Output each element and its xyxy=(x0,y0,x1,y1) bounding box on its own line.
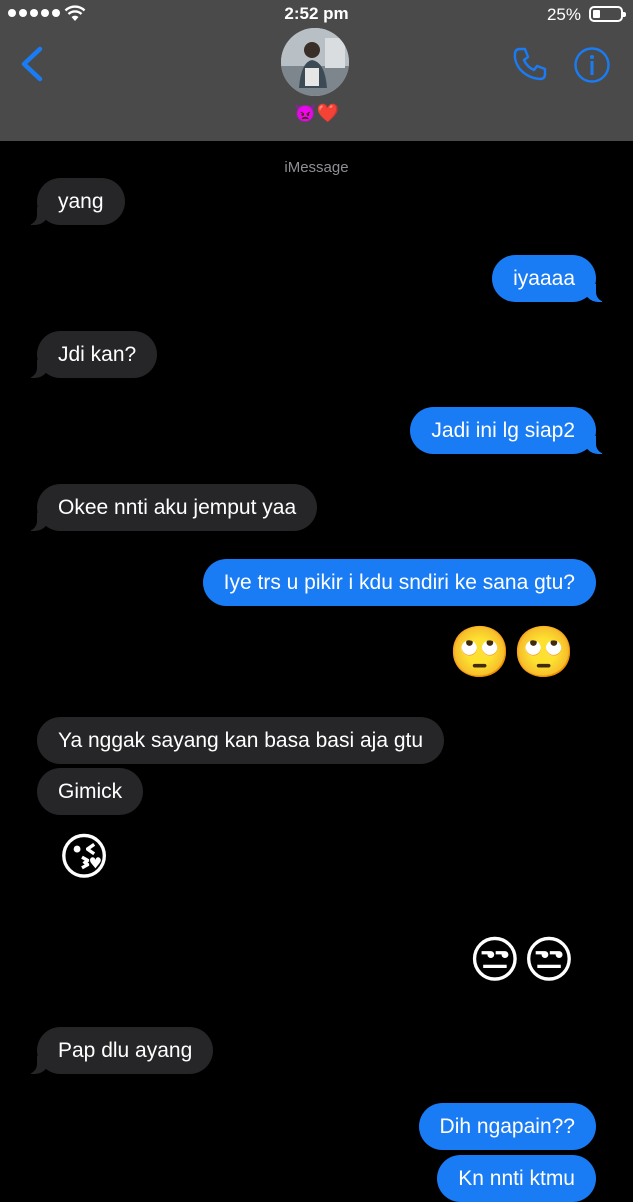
back-chevron-icon[interactable] xyxy=(18,46,46,82)
outgoing-message[interactable]: Kn nnti ktmu xyxy=(437,1155,596,1202)
contact-avatar[interactable] xyxy=(281,28,349,96)
contact-name[interactable]: 👿❤️ xyxy=(0,103,633,124)
outgoing-message[interactable]: iyaaaa xyxy=(492,255,606,302)
battery-percentage: 25% xyxy=(546,5,581,24)
outgoing-message[interactable]: Iye trs u pikir i kdu sndiri ke sana gtu… xyxy=(202,559,596,606)
incoming-message[interactable]: Gimick xyxy=(37,768,144,815)
incoming-message[interactable]: Ya nggak sayang kan basa basi aja gtu xyxy=(37,717,445,764)
outgoing-message[interactable]: Jadi ini lg siap2 xyxy=(410,407,606,454)
battery-icon xyxy=(589,6,626,22)
incoming-message[interactable]: Pap dlu ayang xyxy=(26,1027,214,1074)
info-icon[interactable] xyxy=(573,46,611,84)
service-label: iMessage xyxy=(284,159,349,176)
outgoing-emoji-message[interactable]: 🙄🙄 xyxy=(448,622,577,682)
outgoing-message[interactable]: Dih ngapain?? xyxy=(418,1103,596,1150)
incoming-message[interactable]: yang xyxy=(27,178,125,225)
status-time: 2:52 pm xyxy=(284,4,349,23)
status-bar: 2:52 pm 25% xyxy=(0,0,633,30)
phone-icon[interactable] xyxy=(512,46,548,82)
incoming-message[interactable]: Jdi kan? xyxy=(26,331,158,378)
outgoing-emoji-message[interactable]: 😒😒 xyxy=(469,930,577,990)
incoming-message[interactable]: Okee nnti aku jemput yaa xyxy=(26,484,318,531)
incoming-emoji-message[interactable]: 😘 xyxy=(58,827,112,887)
